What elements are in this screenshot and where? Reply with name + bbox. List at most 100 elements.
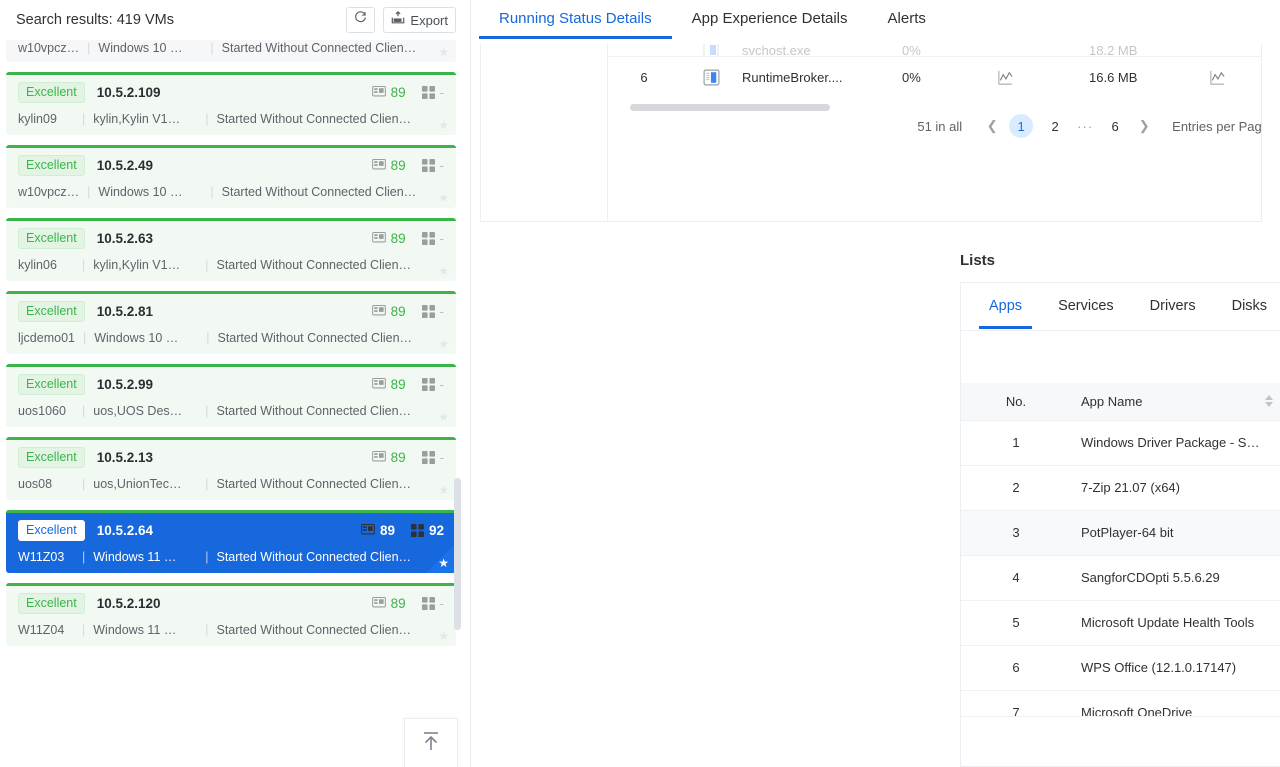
divider: | bbox=[210, 185, 214, 199]
vm-ip-address: 10.5.2.109 bbox=[96, 84, 161, 100]
vm-card[interactable]: Excellent 10.5.2.99 89 - uos1060 | uos,UOS Des… bbox=[6, 364, 456, 427]
process-no: 6 bbox=[640, 70, 648, 85]
sub-tab-label: Drivers bbox=[1149, 298, 1196, 314]
apps-table-pager: 10 in all ❮ 1 ❯ Entries per Page 10 bbox=[961, 716, 1280, 766]
export-button[interactable]: Export bbox=[383, 7, 456, 33]
vm-list-panel: Search results: 419 VMs Export w10vpcz… … bbox=[0, 0, 471, 767]
vm-metric-apps: - bbox=[421, 303, 444, 319]
chevron-right-icon[interactable]: ❯ bbox=[1132, 114, 1156, 138]
table-row[interactable]: 3PotPlayer-64 bit92.7 MB220106 bbox=[961, 510, 1280, 556]
table-row[interactable]: 27-Zip 21.07 (x64)5.3 MB21.07 bbox=[961, 465, 1280, 511]
cell-no: 6 bbox=[961, 645, 1071, 691]
tab-label: Alerts bbox=[887, 10, 926, 27]
apps-score-icon bbox=[421, 596, 435, 610]
favorite-star-icon[interactable]: ★ bbox=[438, 557, 449, 569]
chevron-left-icon[interactable]: ❮ bbox=[980, 114, 1004, 138]
tab-label: App Experience Details bbox=[691, 10, 848, 27]
session-score-value: 89 bbox=[390, 303, 406, 319]
divider: | bbox=[87, 185, 91, 199]
cell-app-name: 7-Zip 21.07 (x64) bbox=[1071, 465, 1280, 511]
vm-card[interactable]: Excellent 10.5.2.81 89 - ljcdemo01 | Windows 1… bbox=[6, 291, 456, 354]
table-row[interactable]: 5Microsoft Update Health Tools1 MB4.75.0… bbox=[961, 600, 1280, 646]
apps-score-icon bbox=[421, 304, 435, 318]
vm-health-badge: Excellent bbox=[18, 446, 85, 468]
vm-status: Started Without Connected Clien… bbox=[221, 185, 417, 199]
session-score-icon bbox=[371, 86, 386, 98]
vm-card[interactable]: Excellent 10.5.2.64 89 92 W11Z03 | Windows 11 … bbox=[6, 510, 456, 573]
sub-tab-label: Services bbox=[1058, 298, 1114, 314]
process-row[interactable]: 6 RuntimeBroker.... 0% 16.6 MB bbox=[608, 56, 1261, 98]
vm-metric-session: 89 bbox=[371, 84, 406, 100]
apps-table-head: No. App Name App Size bbox=[961, 383, 1280, 421]
sort-icon[interactable] bbox=[1265, 395, 1273, 408]
favorite-star-icon[interactable]: ★ bbox=[438, 484, 449, 496]
vm-card-bottom-row: kylin09 | kylin,Kylin V1… | Started Without … bbox=[18, 112, 444, 126]
apps-score-value: - bbox=[439, 303, 444, 319]
page-button-1[interactable]: 1 bbox=[1009, 114, 1034, 138]
refresh-button[interactable] bbox=[346, 7, 376, 33]
table-row[interactable]: 4SangforCDOpti 5.5.6.290 B5.5.6.29 bbox=[961, 555, 1280, 601]
vm-card[interactable]: Excellent 10.5.2.49 89 - w10vpcz… | Windows 10… bbox=[6, 145, 456, 208]
favorite-star-icon[interactable]: ★ bbox=[438, 119, 449, 131]
tab-alerts[interactable]: Alerts bbox=[868, 0, 946, 39]
vm-card-bottom-row: uos1060 | uos,UOS Des… | Started Without Con… bbox=[18, 404, 444, 418]
process-row-clipped: svchost.exe 0% 18.2 MB 7 bbox=[608, 44, 1261, 56]
vm-card[interactable]: Excellent 10.5.2.120 89 - W11Z04 | Windows 11 … bbox=[6, 583, 456, 646]
tab-app-experience-details[interactable]: App Experience Details bbox=[672, 0, 868, 39]
favorite-star-icon[interactable]: ★ bbox=[438, 265, 449, 277]
vm-metric-apps: - bbox=[421, 231, 444, 246]
favorite-star-icon[interactable]: ★ bbox=[438, 630, 449, 642]
apps-table-body: 1Windows Driver Package - S…0 B01/18/201… bbox=[961, 420, 1280, 736]
vm-card-top-row: Excellent 10.5.2.64 89 92 bbox=[18, 517, 444, 543]
tab-running-status-details[interactable]: Running Status Details bbox=[479, 0, 672, 39]
session-score-value: 89 bbox=[390, 84, 406, 100]
page-button-2[interactable]: 2 bbox=[1043, 114, 1067, 138]
vm-status: Started Without Connected Clien… bbox=[216, 404, 412, 418]
vm-card-bottom-row: kylin06 | kylin,Kylin V1… | Started Without … bbox=[18, 258, 444, 272]
line-chart-icon[interactable] bbox=[1209, 69, 1261, 86]
vm-host-name: ljcdemo01 bbox=[18, 331, 75, 345]
vm-health-badge: Excellent bbox=[18, 373, 85, 395]
apps-score-icon bbox=[421, 158, 435, 172]
app-root: Search results: 419 VMs Export w10vpcz… … bbox=[0, 0, 1280, 767]
favorite-star-icon[interactable]: ★ bbox=[438, 411, 449, 423]
cell-no: 5 bbox=[961, 600, 1071, 646]
vm-ip-address: 10.5.2.99 bbox=[96, 376, 154, 392]
vm-metric-session: 89 bbox=[361, 523, 395, 538]
vm-card[interactable]: Excellent 10.5.2.109 89 - kylin09 | kylin,Kyli… bbox=[6, 72, 456, 135]
divider: | bbox=[205, 258, 209, 272]
table-row[interactable]: 1Windows Driver Package - S…0 B01/18/201… bbox=[961, 420, 1280, 466]
sub-tab-disks[interactable]: Disks bbox=[1214, 285, 1280, 328]
divider: | bbox=[205, 477, 209, 491]
sub-tab-services[interactable]: Services bbox=[1040, 285, 1132, 328]
vm-ip-address: 10.5.2.120 bbox=[96, 595, 161, 611]
vm-card-bottom-row: w10vpcz… | Windows 10 … | Started Without Co… bbox=[18, 41, 444, 55]
vm-card[interactable]: Excellent 10.5.2.13 89 - uos08 | uos,UnionTec…… bbox=[6, 437, 456, 500]
vm-health-badge: Excellent bbox=[18, 81, 85, 103]
vm-metric-session: 89 bbox=[371, 377, 406, 392]
vm-card-top-row: Excellent 10.5.2.49 89 - bbox=[18, 152, 444, 178]
favorite-star-icon[interactable]: ★ bbox=[438, 192, 449, 204]
divider: | bbox=[82, 477, 86, 491]
vm-health-badge: Excellent bbox=[18, 592, 85, 614]
favorite-star-icon[interactable]: ★ bbox=[438, 46, 449, 58]
vm-list-scrollbar[interactable] bbox=[454, 478, 461, 630]
page-button-last[interactable]: 6 bbox=[1103, 114, 1127, 138]
sub-tab-drivers[interactable]: Drivers bbox=[1132, 285, 1214, 328]
back-to-top-button[interactable] bbox=[404, 718, 458, 767]
line-chart-icon[interactable] bbox=[997, 69, 1089, 86]
vm-card-top-row: Excellent 10.5.2.63 89 - bbox=[18, 225, 444, 251]
table-row[interactable]: 6WPS Office (12.1.0.17147)1 GB12.1.0.171… bbox=[961, 645, 1280, 691]
process-icon bbox=[680, 68, 742, 87]
vm-status: Started Without Connected Clien… bbox=[216, 477, 412, 491]
column-header-app-name[interactable]: App Name bbox=[1071, 383, 1280, 421]
vm-ip-address: 10.5.2.81 bbox=[96, 303, 154, 319]
session-score-icon bbox=[361, 524, 375, 536]
process-table-horizontal-scrollbar[interactable] bbox=[630, 104, 830, 111]
divider: | bbox=[82, 404, 86, 418]
tab-label: Running Status Details bbox=[499, 10, 652, 27]
favorite-star-icon[interactable]: ★ bbox=[438, 338, 449, 350]
vm-card[interactable]: Excellent 10.5.2.63 89 - kylin06 | kylin,Kylin… bbox=[6, 218, 456, 281]
sub-tab-apps[interactable]: Apps bbox=[971, 285, 1040, 329]
vm-card-list[interactable]: w10vpcz… | Windows 10 … | Started Without Co… bbox=[0, 34, 470, 767]
